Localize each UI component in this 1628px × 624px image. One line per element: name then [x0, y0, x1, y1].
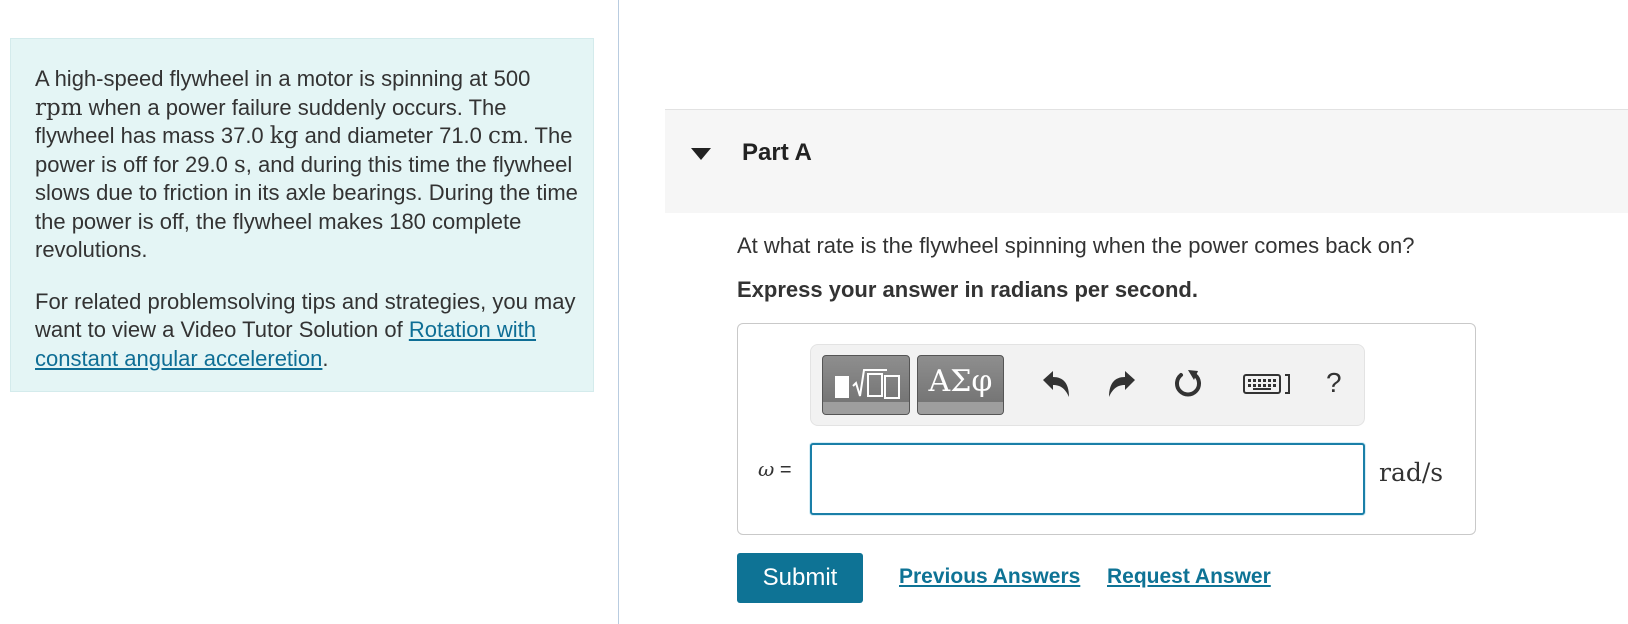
- omega-symbol: ω: [758, 457, 775, 481]
- unit-label: rad/s: [1379, 458, 1444, 487]
- problem-statement-panel: A high-speed flywheel in a motor is spin…: [10, 38, 594, 392]
- unit-kg: kg: [269, 123, 299, 149]
- problem-text-segment: and diameter 71.0: [298, 123, 489, 148]
- button-shade: [823, 402, 909, 414]
- keyboard-icon[interactable]: [1243, 371, 1295, 397]
- math-toolbar: ΑΣφ ?: [810, 344, 1365, 426]
- unit-s: s: [233, 151, 246, 178]
- unit-rpm: rpm: [35, 94, 83, 121]
- variable-label: ω =: [758, 457, 792, 482]
- question-text: At what rate is the flywheel spinning wh…: [737, 233, 1415, 258]
- help-icon[interactable]: ?: [1326, 367, 1342, 399]
- undo-icon[interactable]: [1039, 367, 1073, 401]
- previous-answers-link[interactable]: Previous Answers: [899, 565, 1080, 589]
- reset-icon[interactable]: [1171, 367, 1205, 401]
- equals-sign: =: [774, 459, 792, 481]
- problem-text: A high-speed flywheel in a motor is spin…: [35, 65, 580, 373]
- answer-box: ΑΣφ ? ω = rad/s: [737, 323, 1476, 535]
- unit-cm: cm: [488, 123, 523, 149]
- answer-input[interactable]: [810, 443, 1365, 515]
- templates-icon: [835, 369, 900, 399]
- part-title: Part A: [742, 139, 812, 166]
- instruction-text: Express your answer in radians per secon…: [737, 277, 1198, 302]
- panel-divider: [618, 0, 619, 624]
- redo-icon[interactable]: [1105, 367, 1139, 401]
- button-shade: [918, 402, 1003, 414]
- symbols-button-label: ΑΣφ: [928, 364, 993, 399]
- collapse-caret-icon[interactable]: [691, 148, 711, 160]
- tips-paragraph: For related problemsolving tips and stra…: [35, 288, 580, 374]
- request-answer-link[interactable]: Request Answer: [1107, 565, 1271, 589]
- templates-button[interactable]: [822, 355, 910, 415]
- submit-button[interactable]: Submit: [737, 553, 863, 603]
- symbols-button[interactable]: ΑΣφ: [917, 355, 1004, 415]
- problem-text-segment: A high-speed flywheel in a motor is spin…: [35, 66, 531, 91]
- problem-paragraph: A high-speed flywheel in a motor is spin…: [35, 65, 580, 265]
- part-header[interactable]: Part A: [665, 109, 1628, 213]
- tips-text-end: .: [322, 345, 329, 371]
